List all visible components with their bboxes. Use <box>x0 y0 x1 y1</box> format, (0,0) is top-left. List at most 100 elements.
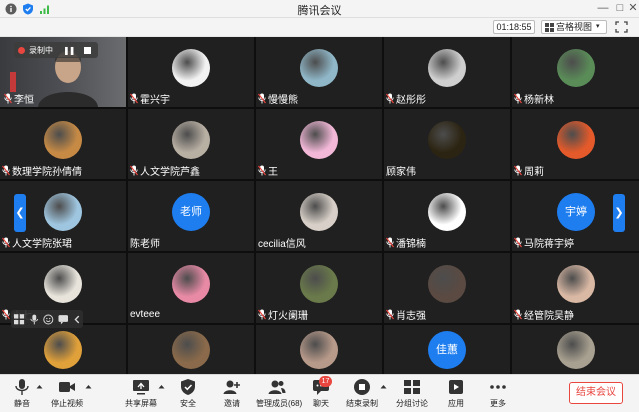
participant-tile[interactable]: 老师 陈老师 <box>128 181 254 251</box>
view-mode-select[interactable]: 宫格视图 ▾ <box>541 20 607 34</box>
participant-tile[interactable]: 数理学院孙倩倩 <box>0 109 126 179</box>
chat-button[interactable]: 17 聊天 <box>309 376 333 412</box>
stop-recording-icon[interactable] <box>84 46 92 54</box>
recording-options-caret-icon[interactable] <box>380 384 387 389</box>
muted-mic-icon <box>386 237 394 248</box>
participant-nameplate: 人文学院芦鑫 <box>130 164 200 178</box>
invite-label: 邀请 <box>224 399 240 408</box>
avatar: 佳蕙 <box>428 331 466 369</box>
participant-tile[interactable]: 灯火阑珊 <box>256 253 382 323</box>
chat-bubble-icon[interactable] <box>58 314 69 325</box>
breakout-rooms-button[interactable]: 分组讨论 <box>396 378 428 412</box>
participant-nameplate: cecilia信风 <box>258 236 306 250</box>
end-recording-label: 结束录制 <box>346 399 378 408</box>
participant-nameplate: 杨新林 <box>514 92 554 106</box>
avatar <box>557 49 595 87</box>
participant-tile[interactable]: evteee <box>128 253 254 323</box>
video-grid: 录制中 ❚❚ 李恒 霍兴宇 慢慢熊 赵彤彤 杨新林 数理学院孙倩倩 人文学院芦鑫 王 顾家伟 周莉 人文… <box>0 37 639 374</box>
participant-name: 赵彤彤 <box>396 95 426 106</box>
apps-button[interactable]: 应用 <box>444 378 468 412</box>
avatar <box>172 265 210 303</box>
manage-members-button[interactable]: 管理成员(68) <box>256 378 302 412</box>
participant-nameplate: 灯火阑珊 <box>258 308 308 322</box>
muted-mic-icon <box>2 237 10 248</box>
participant-name: 人文学院芦鑫 <box>140 167 200 178</box>
participant-nameplate: 肖志强 <box>386 308 426 322</box>
meeting-toolbar: 静音 停止视频 共享屏幕 安全 邀请 管理成员(68) 17 聊天 结束录制 分… <box>0 374 639 412</box>
next-page-button[interactable]: ❯ <box>613 194 625 232</box>
avatar <box>300 121 338 159</box>
end-meeting-button[interactable]: 结束会议 <box>569 382 623 404</box>
participant-tile[interactable]: 佳蕙 <box>384 325 510 374</box>
close-icon[interactable]: ✕ <box>628 1 638 15</box>
shield-icon <box>181 379 195 395</box>
avatar <box>44 193 82 231</box>
participant-nameplate: 周莉 <box>514 164 544 178</box>
security-button[interactable]: 安全 <box>176 378 200 412</box>
participant-tile[interactable]: cecilia信风 <box>256 181 382 251</box>
participant-tile[interactable]: 王 <box>256 109 382 179</box>
avatar: 宇婷 <box>557 193 595 231</box>
participant-tile[interactable]: 赵彤彤 <box>384 37 510 107</box>
chevron-down-icon: ▾ <box>596 23 600 30</box>
participant-tile[interactable]: 杨新林 <box>512 37 639 107</box>
participant-name: 周莉 <box>524 167 544 178</box>
view-mode-label: 宫格视图 <box>556 22 593 32</box>
end-recording-button[interactable]: 结束录制 <box>346 378 378 412</box>
mic-icon[interactable] <box>29 314 40 325</box>
participant-nameplate: 马院蒋宇婷 <box>514 236 574 250</box>
participant-name: 杨新林 <box>524 95 554 106</box>
participant-tile[interactable]: 录制中 ❚❚ 李恒 <box>0 37 126 107</box>
breakout-icon <box>404 380 420 394</box>
apps-icon <box>449 380 463 394</box>
participant-tile[interactable]: 顾家伟 <box>384 109 510 179</box>
participant-tile[interactable]: 慢慢熊 <box>256 37 382 107</box>
participant-nameplate: 霍兴宇 <box>130 92 170 106</box>
participant-tile[interactable]: 经管院吴静 <box>512 253 639 323</box>
participant-tile[interactable] <box>256 325 382 374</box>
pause-recording-icon[interactable]: ❚❚ <box>63 46 75 55</box>
stop-video-button[interactable]: 停止视频 <box>50 378 84 412</box>
mute-button[interactable]: 静音 <box>8 378 36 412</box>
stop-video-label: 停止视频 <box>51 399 83 408</box>
participant-tile[interactable]: 周莉 <box>512 109 639 179</box>
participant-nameplate: 顾家伟 <box>386 164 416 178</box>
window-title: 腾讯会议 <box>297 5 342 17</box>
video-options-caret-icon[interactable] <box>85 384 92 389</box>
mute-options-caret-icon[interactable] <box>36 384 43 389</box>
muted-mic-icon <box>514 309 522 320</box>
participant-name: 霍兴宇 <box>140 95 170 106</box>
previous-page-button[interactable]: ❮ <box>14 194 26 232</box>
minimize-icon[interactable]: — <box>596 1 610 15</box>
muted-mic-icon <box>2 165 10 176</box>
collapse-icon[interactable] <box>72 314 83 325</box>
participant-name: 数理学院孙倩倩 <box>12 167 82 178</box>
participant-tile[interactable] <box>128 325 254 374</box>
more-label: 更多 <box>490 399 506 408</box>
participant-tile[interactable]: 霍兴宇 <box>128 37 254 107</box>
maximize-icon[interactable]: □ <box>613 1 627 15</box>
title-bar: 腾讯会议 — □ ✕ <box>0 0 639 18</box>
avatar <box>300 331 338 369</box>
participant-name: cecilia信风 <box>258 239 306 250</box>
participant-name: 经管院吴静 <box>524 311 574 322</box>
invite-button[interactable]: 邀请 <box>220 378 244 412</box>
more-button[interactable]: 更多 <box>486 378 510 412</box>
participant-name: 顾家伟 <box>386 167 416 178</box>
participant-tile[interactable]: 肖志强 <box>384 253 510 323</box>
share-options-caret-icon[interactable] <box>158 384 165 389</box>
muted-mic-icon <box>258 93 266 104</box>
participant-tile[interactable] <box>512 325 639 374</box>
fullscreen-icon[interactable] <box>615 21 628 33</box>
record-stop-icon <box>354 379 370 395</box>
muted-mic-icon <box>514 93 522 104</box>
participant-nameplate: 赵彤彤 <box>386 92 426 106</box>
grid-view-icon[interactable] <box>14 313 25 325</box>
emoji-icon[interactable] <box>43 313 54 325</box>
avatar <box>44 121 82 159</box>
participant-tile[interactable]: 人文学院芦鑫 <box>128 109 254 179</box>
more-icon <box>490 385 506 389</box>
share-screen-button[interactable]: 共享屏幕 <box>125 378 157 412</box>
participant-tile[interactable] <box>0 325 126 374</box>
participant-tile[interactable]: 潘锦楠 <box>384 181 510 251</box>
